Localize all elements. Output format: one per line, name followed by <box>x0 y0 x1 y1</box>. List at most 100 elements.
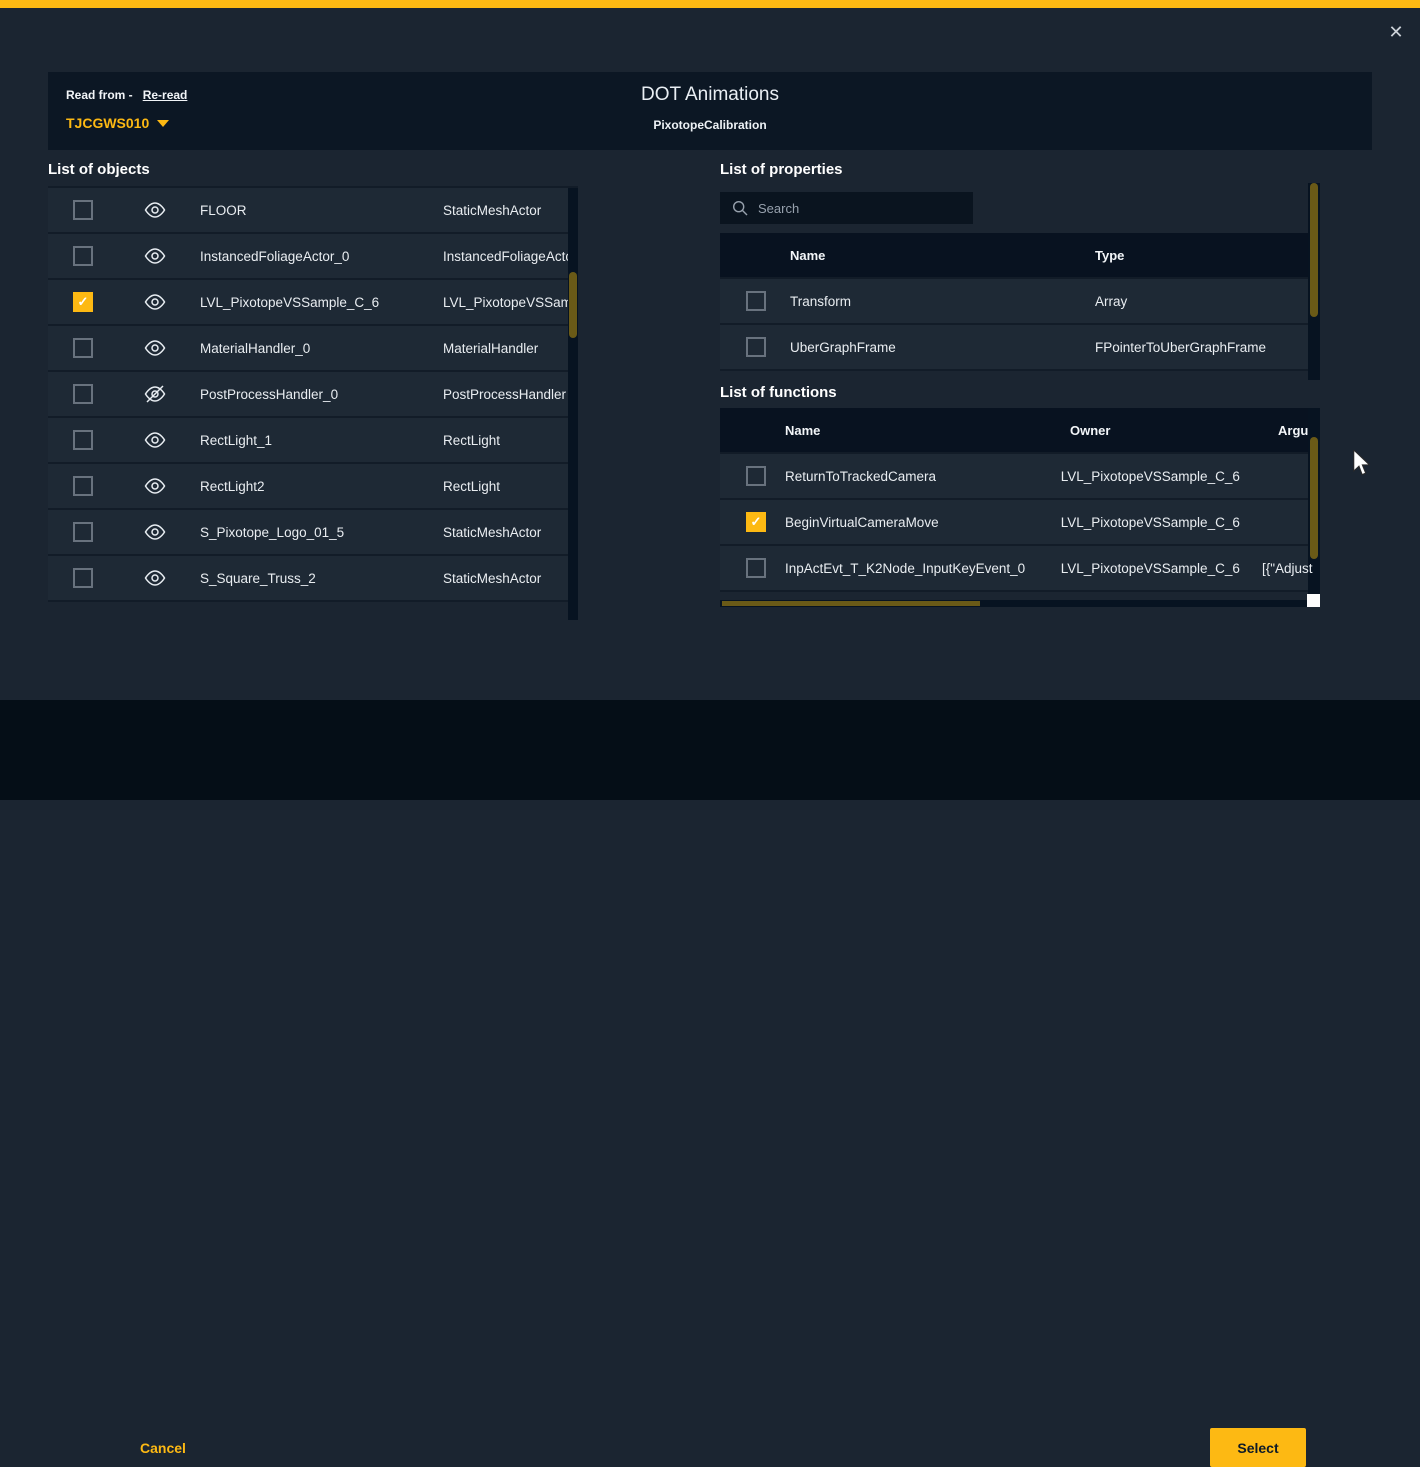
cancel-button[interactable]: Cancel <box>140 1440 186 1456</box>
eye-visibility-icon[interactable] <box>143 522 167 542</box>
table-row[interactable]: ReturnToTrackedCamera LVL_PixotopeVSSamp… <box>720 454 1320 500</box>
dialog-header: Read from -Re-read TJCGWS010 DOT Animati… <box>48 72 1372 150</box>
top-accent-bar <box>0 0 1420 8</box>
row-checkbox[interactable] <box>746 337 766 357</box>
column-header-owner: Owner <box>1070 423 1278 438</box>
object-name: FLOOR <box>200 203 443 218</box>
eye-visibility-icon[interactable] <box>143 568 167 588</box>
eye-visibility-icon[interactable] <box>143 338 167 358</box>
eye-visibility-icon[interactable] <box>143 476 167 496</box>
properties-panel-heading: List of properties <box>720 161 843 178</box>
search-icon <box>732 200 748 216</box>
properties-table-header: Name Type <box>720 233 1308 279</box>
row-checkbox[interactable] <box>746 512 766 532</box>
table-row[interactable]: LVL_PixotopeVSSample_C_6 LVL_PixotopeVSS… <box>48 280 568 326</box>
table-row[interactable]: Transform Array <box>720 279 1308 325</box>
object-name: S_Pixotope_Logo_01_5 <box>200 525 443 540</box>
functions-panel-heading: List of functions <box>720 384 837 401</box>
row-checkbox[interactable] <box>746 291 766 311</box>
column-header-name: Name <box>790 248 1095 263</box>
object-name: LVL_PixotopeVSSample_C_6 <box>200 295 443 310</box>
object-type: RectLight <box>443 479 568 494</box>
close-icon[interactable]: ✕ <box>1384 20 1408 44</box>
dialog-footer: Cancel Select <box>0 700 1420 800</box>
objects-scrollbar-thumb[interactable] <box>569 272 577 338</box>
function-owner: LVL_PixotopeVSSample_C_6 <box>1061 515 1262 530</box>
property-type: Array <box>1095 294 1308 309</box>
search-input[interactable] <box>758 201 973 216</box>
function-owner: LVL_PixotopeVSSample_C_6 <box>1061 469 1262 484</box>
object-type: InstancedFoliageActor <box>443 249 568 264</box>
table-row[interactable]: RectLight_1 RectLight <box>48 418 568 464</box>
dialog-subtitle: PixotopeCalibration <box>48 118 1372 132</box>
object-name: InstancedFoliageActor_0 <box>200 249 443 264</box>
objects-scrollbar[interactable] <box>568 188 578 620</box>
property-name: Transform <box>790 294 1095 309</box>
table-row[interactable]: UberGraphFrame FPointerToUberGraphFrame <box>720 325 1308 371</box>
row-checkbox[interactable] <box>73 522 93 542</box>
dot-animations-dialog: { "colors": { "accent": "#fdb913", "back… <box>0 0 1420 800</box>
table-row[interactable]: FLOOR StaticMeshActor <box>48 188 568 234</box>
object-type: RectLight <box>443 433 568 448</box>
objects-table-rows: FLOOR StaticMeshActor InstancedFoliageAc… <box>48 188 568 602</box>
properties-scrollbar[interactable] <box>1308 183 1320 380</box>
table-row[interactable]: RectLight2 RectLight <box>48 464 568 510</box>
functions-table: Name Owner Arguments ReturnToTrackedCame… <box>720 408 1320 592</box>
row-checkbox[interactable] <box>73 246 93 266</box>
properties-scrollbar-thumb[interactable] <box>1310 183 1318 317</box>
object-type: MaterialHandler <box>443 341 568 356</box>
row-checkbox[interactable] <box>73 476 93 496</box>
function-owner: LVL_PixotopeVSSample_C_6 <box>1061 561 1262 576</box>
row-checkbox[interactable] <box>73 338 93 358</box>
row-checkbox[interactable] <box>746 558 766 578</box>
functions-table-header: Name Owner Arguments <box>720 408 1320 454</box>
properties-table: Name Type Transform Array UberGraphFrame… <box>720 233 1308 371</box>
eye-visibility-icon[interactable] <box>143 200 167 220</box>
object-type: StaticMeshActor <box>443 203 568 218</box>
table-row[interactable]: S_Square_Truss_2 StaticMeshActor <box>48 556 568 602</box>
function-name: InpActEvt_T_K2Node_InputKeyEvent_0 <box>785 561 1061 576</box>
functions-horizontal-scrollbar-thumb[interactable] <box>722 601 980 606</box>
object-name: RectLight_1 <box>200 433 443 448</box>
row-checkbox[interactable] <box>73 200 93 220</box>
property-type: FPointerToUberGraphFrame <box>1095 340 1308 355</box>
functions-scrollbar[interactable] <box>1308 408 1320 607</box>
scrollbar-corner <box>1307 594 1320 607</box>
objects-table: FLOOR StaticMeshActor InstancedFoliageAc… <box>48 186 578 620</box>
row-checkbox[interactable] <box>746 466 766 486</box>
properties-search[interactable] <box>720 192 973 224</box>
object-name: MaterialHandler_0 <box>200 341 443 356</box>
eye-visibility-icon[interactable] <box>143 292 167 312</box>
table-row[interactable]: S_Pixotope_Logo_01_5 StaticMeshActor <box>48 510 568 556</box>
column-header-type: Type <box>1095 248 1308 263</box>
functions-horizontal-scrollbar[interactable] <box>720 600 1308 607</box>
object-type: StaticMeshActor <box>443 525 568 540</box>
object-name: S_Square_Truss_2 <box>200 571 443 586</box>
row-checkbox[interactable] <box>73 430 93 450</box>
eye-visibility-icon[interactable] <box>143 430 167 450</box>
object-type: PostProcessHandler <box>443 387 568 402</box>
eye-visibility-icon[interactable] <box>143 246 167 266</box>
table-row[interactable]: BeginVirtualCameraMove LVL_PixotopeVSSam… <box>720 500 1320 546</box>
object-name: PostProcessHandler_0 <box>200 387 443 402</box>
table-row[interactable]: PostProcessHandler_0 PostProcessHandler <box>48 372 568 418</box>
functions-scrollbar-thumb[interactable] <box>1310 437 1318 559</box>
table-row[interactable]: MaterialHandler_0 MaterialHandler <box>48 326 568 372</box>
function-name: ReturnToTrackedCamera <box>785 469 1061 484</box>
row-checkbox[interactable] <box>73 384 93 404</box>
object-name: RectLight2 <box>200 479 443 494</box>
dialog-title: DOT Animations <box>48 84 1372 106</box>
mouse-cursor <box>1352 450 1370 476</box>
table-row[interactable]: InstancedFoliageActor_0 InstancedFoliage… <box>48 234 568 280</box>
eye-hidden-icon[interactable] <box>143 384 167 404</box>
function-name: BeginVirtualCameraMove <box>785 515 1061 530</box>
property-name: UberGraphFrame <box>790 340 1095 355</box>
column-header-name: Name <box>785 423 1070 438</box>
object-type: StaticMeshActor <box>443 571 568 586</box>
table-row[interactable]: InpActEvt_T_K2Node_InputKeyEvent_0 LVL_P… <box>720 546 1320 592</box>
select-button[interactable]: Select <box>1210 1428 1306 1467</box>
row-checkbox[interactable] <box>73 568 93 588</box>
function-arguments: [{"Adjust <box>1262 561 1320 576</box>
row-checkbox[interactable] <box>73 292 93 312</box>
object-type: LVL_PixotopeVSSample_C <box>443 295 568 310</box>
